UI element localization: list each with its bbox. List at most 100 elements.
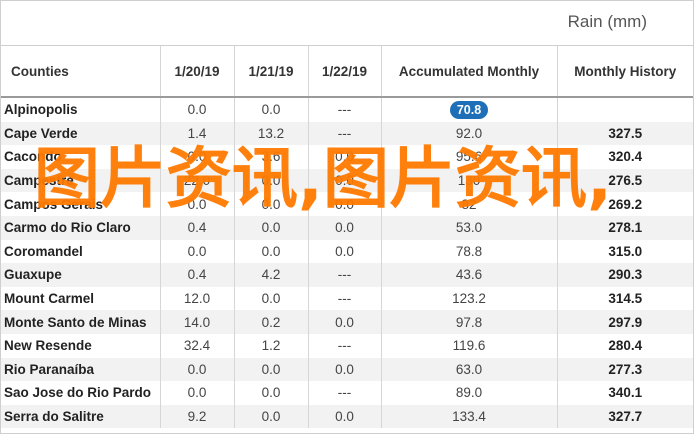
cell-date-2: 0.0: [233, 381, 308, 405]
cell-date-3: 0.0: [307, 145, 381, 169]
cell-county: Mount Carmel: [4, 291, 95, 307]
panel-title: Rain (mm): [567, 12, 647, 31]
cell-monthly-history: 327.5: [556, 121, 693, 146]
cell-accumulated: 70.8: [380, 97, 557, 122]
header-accumulated[interactable]: Accumulated Monthly: [380, 46, 557, 98]
cell-date-3: ---: [307, 286, 381, 311]
cell-monthly-history: 340.1: [556, 381, 693, 405]
cell-date-1: 1.4: [159, 121, 234, 146]
cell-date-1: 14.0: [159, 310, 234, 334]
cell-monthly-history: 290.3: [556, 263, 693, 287]
cell-accumulated: 119.6: [380, 333, 557, 358]
cell-date-2: 1.2: [233, 333, 308, 358]
cell-county: New Resende: [4, 338, 92, 354]
table-row: Coromandel 0.0 0.0 0.0 78.8 315.0: [1, 239, 693, 264]
cell-date-1: 0.4: [159, 215, 234, 240]
cell-date-2: 0.0: [233, 239, 308, 264]
cell-date-1: 0.0: [159, 192, 234, 216]
cell-monthly-history: 280.4: [556, 333, 693, 358]
table-row: Alpinopolis 0.0 0.0 --- 70.8: [1, 97, 693, 122]
cell-date-2: 0.0: [233, 357, 308, 382]
cell-date-3: ---: [307, 121, 381, 146]
cell-date-2: 4.2: [233, 263, 308, 287]
header-date-1[interactable]: 1/20/19: [159, 46, 234, 98]
table-row: Carmo do Rio Claro 0.4 0.0 0.0 53.0 278.1: [1, 215, 693, 240]
table-row: Mount Carmel 12.0 0.0 --- 123.2 314.5: [1, 286, 693, 311]
panel-header: Rain (mm): [1, 1, 693, 46]
cell-monthly-history: 315.0: [556, 239, 693, 264]
table-row: New Resende 32.4 1.2 --- 119.6 280.4: [1, 333, 693, 358]
cell-date-3: 0.0: [307, 357, 381, 382]
cell-county: Guaxupe: [1, 263, 160, 287]
cell-date-1: 0.0: [159, 239, 234, 264]
cell-monthly-history: 297.9: [556, 310, 693, 334]
rain-table-panel: Rain (mm) Counties 1/20/19 1/21/19 1/22/…: [0, 0, 694, 434]
cell-accumulated: 43.6: [380, 263, 557, 287]
cell-county: Campestre: [1, 168, 160, 193]
cell-date-2: 0.2: [233, 310, 308, 334]
cell-accumulated: 133.4: [380, 404, 557, 429]
cell-monthly-history: 277.3: [556, 357, 693, 382]
cell-county: Rio Paranaíba: [1, 357, 160, 382]
cell-date-2: 0.0: [233, 215, 308, 240]
cell-county: Sao Jose do Rio Pardo: [4, 385, 152, 401]
table-row: Sao Jose do Rio Pardo 0.0 0.0 --- 89.0 340.1: [1, 381, 693, 405]
cell-accumulated: 82: [380, 192, 557, 216]
cell-date-3: ---: [307, 97, 381, 122]
cell-accumulated: 97.8: [380, 310, 557, 334]
table-row: Serra do Salitre 9.2 0.0 0.0 133.4 327.7: [1, 404, 693, 429]
cell-date-1: 12.0: [159, 286, 234, 311]
cell-date-2: 0.0: [233, 97, 308, 122]
cell-date-1: 9.2: [159, 404, 234, 429]
cell-county: Carmo do Rio Claro: [1, 215, 160, 240]
cell-county: Monte Santo de Minas: [1, 310, 160, 334]
table-row: Cacondo 0.0 3.6 0.0 95.6 320.4: [1, 145, 693, 169]
table-header-row: Counties 1/20/19 1/21/19 1/22/19 Accumul…: [1, 46, 693, 98]
cell-accumulated: 89.0: [380, 381, 557, 405]
cell-county: Cape Verde: [1, 121, 160, 146]
cell-county: Coromandel: [4, 243, 83, 259]
cell-date-3: 0.0: [307, 310, 381, 334]
cell-date-1: 0.0: [159, 357, 234, 382]
cell-date-1: 0.0: [159, 381, 234, 405]
table-row: Campos Gerais 0.0 0.0 0.0 82 269.2: [1, 192, 693, 216]
cell-monthly-history: [556, 97, 693, 122]
cell-county: Alpinopolis: [4, 102, 78, 118]
cell-monthly-history: 269.2: [556, 192, 693, 216]
rain-table: Counties 1/20/19 1/21/19 1/22/19 Accumul…: [1, 46, 693, 429]
header-monthly-history[interactable]: Monthly History: [556, 46, 693, 98]
cell-monthly-history: 320.4: [556, 145, 693, 169]
cell-date-1: 32.4: [159, 333, 234, 358]
header-counties[interactable]: Counties: [1, 46, 160, 98]
cell-date-3: 0.0: [307, 215, 381, 240]
header-date-3[interactable]: 1/22/19: [307, 46, 381, 98]
cell-county: Campos Gerais: [4, 196, 104, 212]
highlight-badge: 70.8: [449, 100, 489, 119]
table-row: Monte Santo de Minas 14.0 0.2 0.0 97.8 297.9: [1, 310, 693, 334]
table-row: Campestre 22.0 0.0 0.0 130 276.5: [1, 168, 693, 193]
header-date-2[interactable]: 1/21/19: [233, 46, 308, 98]
table-row: Rio Paranaíba 0.0 0.0 0.0 63.0 277.3: [1, 357, 693, 382]
cell-accumulated: 78.8: [380, 239, 557, 264]
cell-date-3: 0.0: [307, 192, 381, 216]
cell-date-1: 0.0: [159, 145, 234, 169]
cell-date-3: 0.0: [307, 168, 381, 193]
cell-date-3: 0.0: [307, 404, 381, 429]
cell-date-3: ---: [307, 263, 381, 287]
cell-date-2: 0.0: [233, 404, 308, 429]
cell-county: Serra do Salitre: [1, 404, 160, 429]
cell-monthly-history: 276.5: [556, 168, 693, 193]
cell-date-3: ---: [307, 333, 381, 358]
cell-accumulated: 123.2: [380, 286, 557, 311]
cell-accumulated: 63.0: [380, 357, 557, 382]
cell-date-1: 22.0: [159, 168, 234, 193]
cell-accumulated: 95.6: [380, 145, 557, 169]
cell-date-2: 13.2: [233, 121, 308, 146]
cell-date-3: 0.0: [307, 239, 381, 264]
cell-date-2: 3.6: [233, 145, 308, 169]
cell-monthly-history: 314.5: [556, 286, 693, 311]
cell-date-2: 0.0: [233, 286, 308, 311]
cell-monthly-history: 327.7: [556, 404, 693, 429]
table-row: Guaxupe 0.4 4.2 --- 43.6 290.3: [1, 263, 693, 287]
cell-accumulated: 92.0: [380, 121, 557, 146]
